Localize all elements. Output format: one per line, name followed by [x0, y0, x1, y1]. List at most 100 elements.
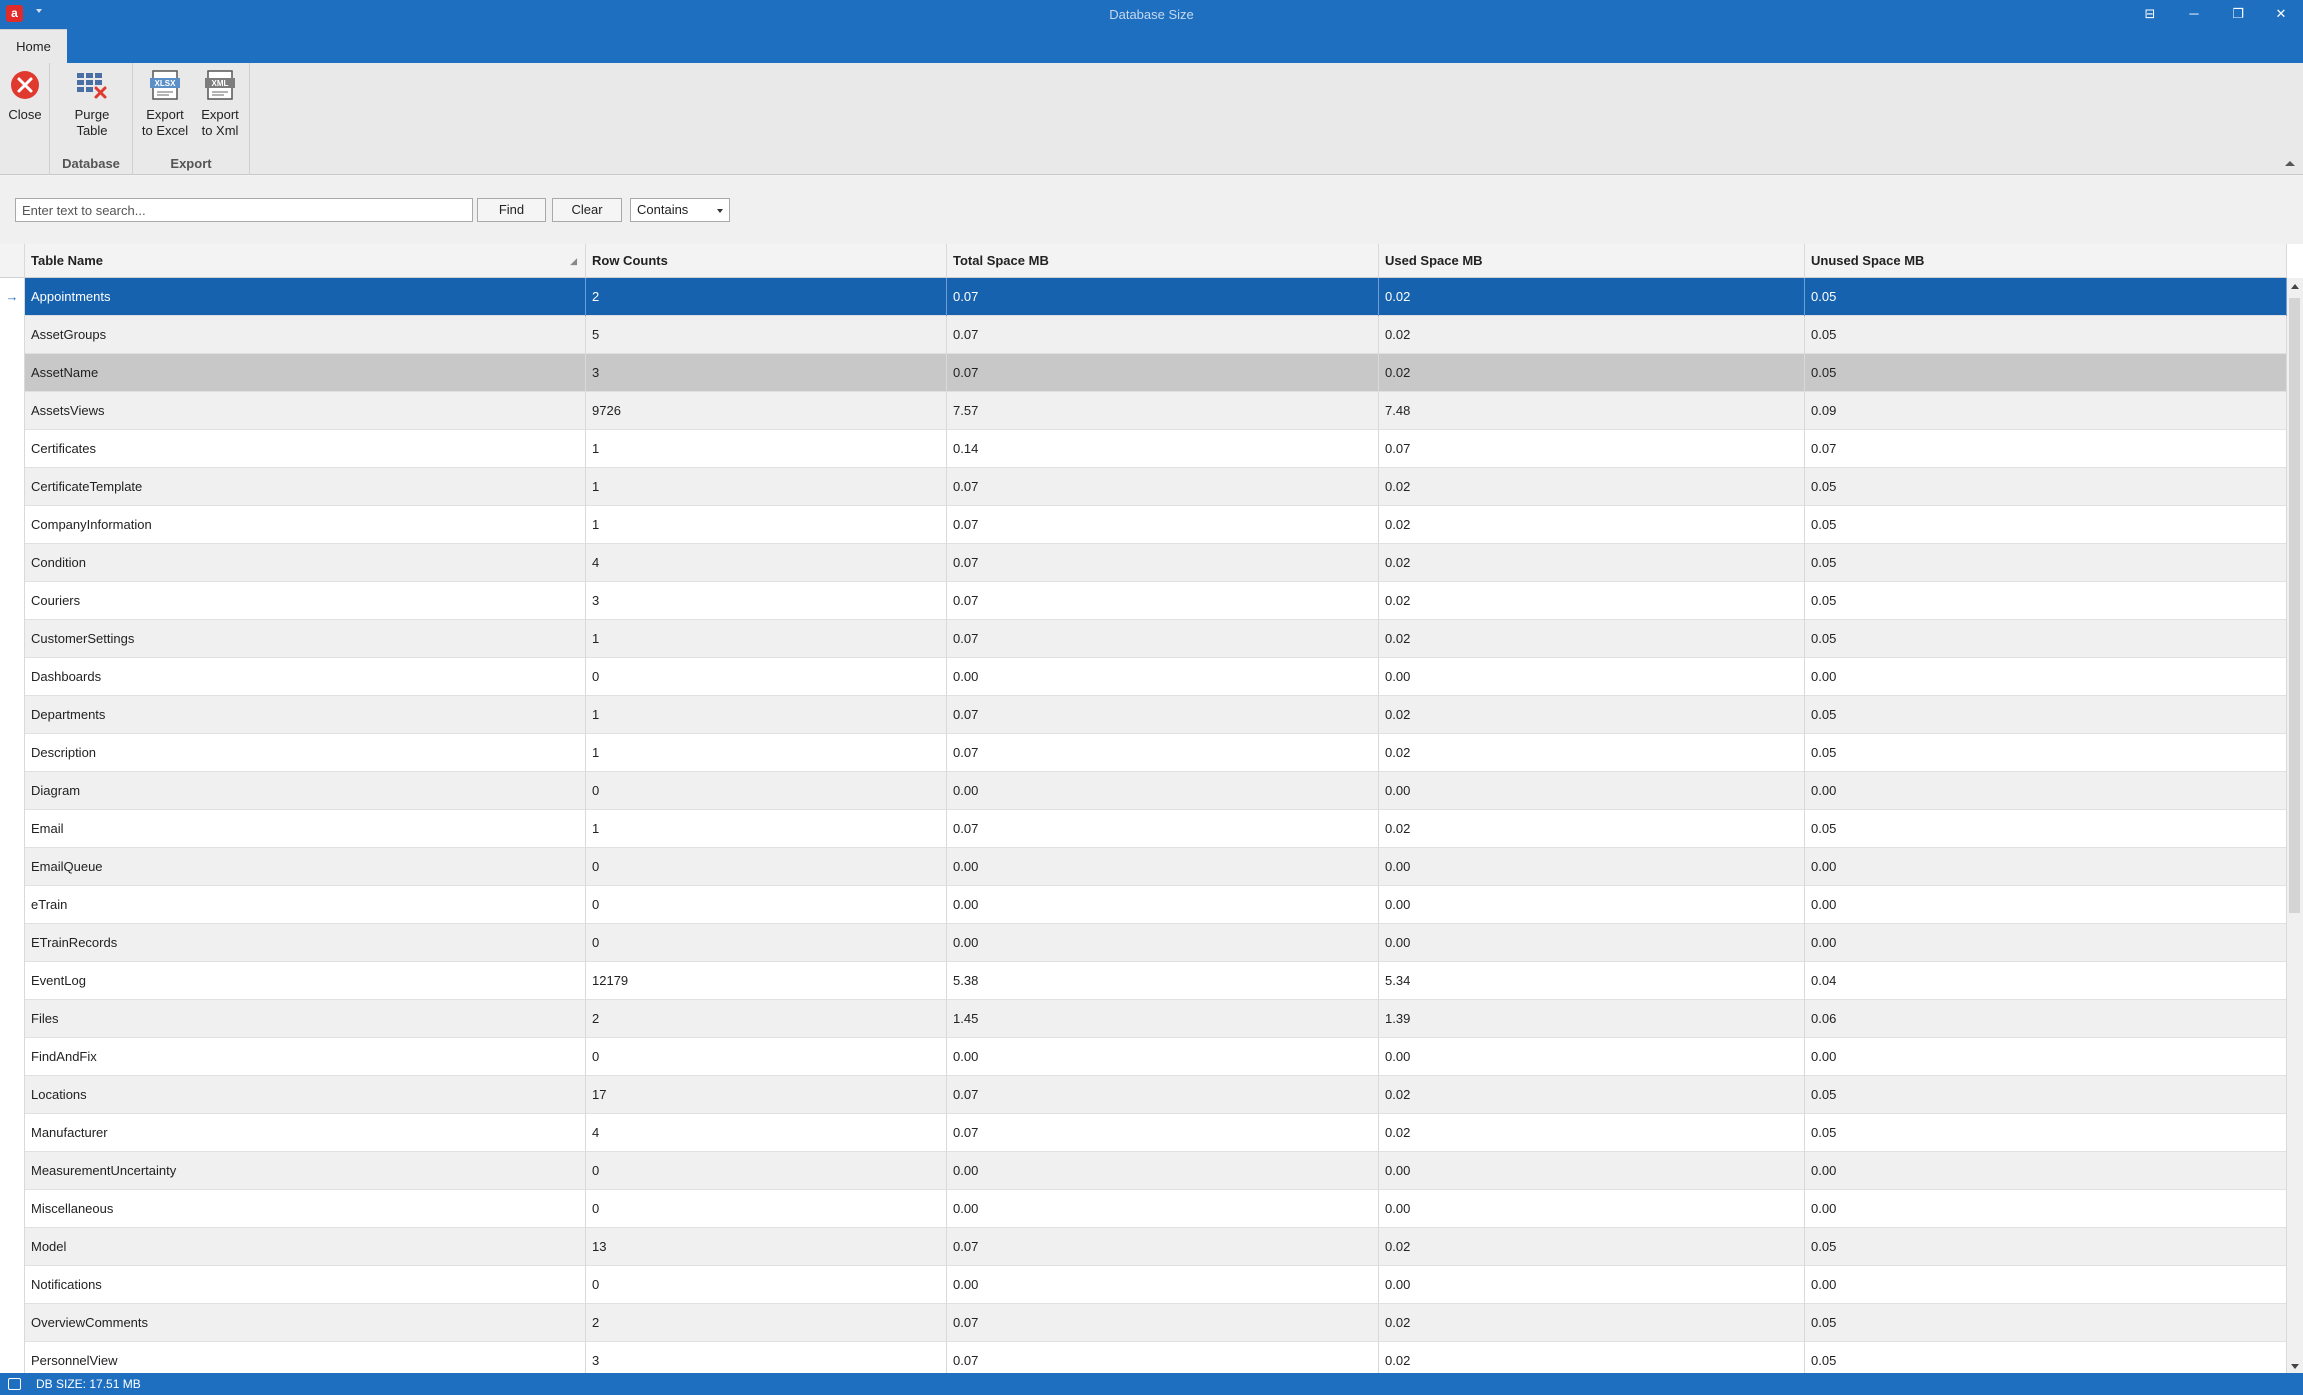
- cell-unused-space[interactable]: 0.05: [1805, 620, 2287, 658]
- row-indicator[interactable]: [0, 1076, 25, 1114]
- cell-row-counts[interactable]: 0: [586, 1266, 947, 1304]
- cell-row-counts[interactable]: 0: [586, 1152, 947, 1190]
- ribbon-display-options-button[interactable]: ⊟: [2128, 0, 2172, 29]
- cell-total-space[interactable]: 0.07: [947, 582, 1379, 620]
- cell-table-name[interactable]: FindAndFix: [25, 1038, 586, 1076]
- cell-unused-space[interactable]: 0.05: [1805, 468, 2287, 506]
- cell-used-space[interactable]: 0.02: [1379, 1304, 1805, 1342]
- cell-table-name[interactable]: Appointments: [25, 278, 586, 316]
- table-row[interactable]: Model 13 0.07 0.02 0.05: [0, 1228, 2287, 1266]
- cell-total-space[interactable]: 5.38: [947, 962, 1379, 1000]
- cell-row-counts[interactable]: 0: [586, 848, 947, 886]
- cell-used-space[interactable]: 0.02: [1379, 506, 1805, 544]
- cell-row-counts[interactable]: 1: [586, 506, 947, 544]
- table-row[interactable]: AssetGroups 5 0.07 0.02 0.05: [0, 316, 2287, 354]
- cell-total-space[interactable]: 0.07: [947, 1076, 1379, 1114]
- row-indicator[interactable]: [0, 1152, 25, 1190]
- cell-table-name[interactable]: CertificateTemplate: [25, 468, 586, 506]
- cell-row-counts[interactable]: 1: [586, 810, 947, 848]
- row-indicator[interactable]: [0, 1190, 25, 1228]
- table-row[interactable]: Email 1 0.07 0.02 0.05: [0, 810, 2287, 848]
- cell-used-space[interactable]: 0.00: [1379, 1152, 1805, 1190]
- cell-total-space[interactable]: 0.00: [947, 924, 1379, 962]
- cell-table-name[interactable]: Departments: [25, 696, 586, 734]
- cell-total-space[interactable]: 0.07: [947, 696, 1379, 734]
- cell-unused-space[interactable]: 0.00: [1805, 1152, 2287, 1190]
- row-indicator[interactable]: [0, 1266, 25, 1304]
- cell-unused-space[interactable]: 0.05: [1805, 582, 2287, 620]
- cell-unused-space[interactable]: 0.05: [1805, 696, 2287, 734]
- cell-row-counts[interactable]: 4: [586, 544, 947, 582]
- cell-total-space[interactable]: 0.07: [947, 1114, 1379, 1152]
- table-row[interactable]: eTrain 0 0.00 0.00 0.00: [0, 886, 2287, 924]
- table-row[interactable]: EmailQueue 0 0.00 0.00 0.00: [0, 848, 2287, 886]
- column-header-unused-space[interactable]: Unused Space MB: [1805, 244, 2287, 278]
- table-row[interactable]: Condition 4 0.07 0.02 0.05: [0, 544, 2287, 582]
- scrollbar-thumb[interactable]: [2289, 298, 2300, 913]
- tab-home[interactable]: Home: [0, 29, 67, 63]
- cell-unused-space[interactable]: 0.05: [1805, 1114, 2287, 1152]
- cell-used-space[interactable]: 0.00: [1379, 924, 1805, 962]
- row-indicator[interactable]: [0, 544, 25, 582]
- cell-total-space[interactable]: 0.07: [947, 620, 1379, 658]
- cell-table-name[interactable]: Notifications: [25, 1266, 586, 1304]
- purge-table-button[interactable]: Purge Table: [62, 69, 122, 139]
- table-row[interactable]: FindAndFix 0 0.00 0.00 0.00: [0, 1038, 2287, 1076]
- table-row[interactable]: AssetsViews 9726 7.57 7.48 0.09: [0, 392, 2287, 430]
- cell-unused-space[interactable]: 0.05: [1805, 810, 2287, 848]
- cell-row-counts[interactable]: 1: [586, 696, 947, 734]
- row-indicator[interactable]: [0, 506, 25, 544]
- cell-unused-space[interactable]: 0.00: [1805, 1266, 2287, 1304]
- cell-total-space[interactable]: 0.07: [947, 354, 1379, 392]
- cell-used-space[interactable]: 5.34: [1379, 962, 1805, 1000]
- cell-total-space[interactable]: 0.07: [947, 1342, 1379, 1373]
- cell-used-space[interactable]: 0.02: [1379, 316, 1805, 354]
- cell-total-space[interactable]: 0.07: [947, 278, 1379, 316]
- row-indicator[interactable]: [0, 1342, 25, 1373]
- table-row[interactable]: Couriers 3 0.07 0.02 0.05: [0, 582, 2287, 620]
- row-indicator[interactable]: [0, 810, 25, 848]
- cell-used-space[interactable]: 1.39: [1379, 1000, 1805, 1038]
- cell-total-space[interactable]: 0.07: [947, 506, 1379, 544]
- cell-used-space[interactable]: 0.02: [1379, 620, 1805, 658]
- table-row[interactable]: Description 1 0.07 0.02 0.05: [0, 734, 2287, 772]
- maximize-button[interactable]: ❐: [2216, 0, 2260, 29]
- row-indicator[interactable]: [0, 468, 25, 506]
- row-indicator[interactable]: [0, 430, 25, 468]
- table-row[interactable]: CustomerSettings 1 0.07 0.02 0.05: [0, 620, 2287, 658]
- cell-total-space[interactable]: 0.07: [947, 316, 1379, 354]
- row-indicator[interactable]: [0, 582, 25, 620]
- cell-unused-space[interactable]: 0.05: [1805, 354, 2287, 392]
- cell-used-space[interactable]: 0.02: [1379, 468, 1805, 506]
- table-row[interactable]: MeasurementUncertainty 0 0.00 0.00 0.00: [0, 1152, 2287, 1190]
- row-indicator[interactable]: [0, 658, 25, 696]
- cell-table-name[interactable]: Locations: [25, 1076, 586, 1114]
- cell-table-name[interactable]: Model: [25, 1228, 586, 1266]
- row-indicator[interactable]: [0, 962, 25, 1000]
- cell-total-space[interactable]: 0.00: [947, 772, 1379, 810]
- cell-unused-space[interactable]: 0.05: [1805, 1304, 2287, 1342]
- cell-total-space[interactable]: 0.07: [947, 544, 1379, 582]
- cell-table-name[interactable]: Diagram: [25, 772, 586, 810]
- cell-unused-space[interactable]: 0.00: [1805, 772, 2287, 810]
- cell-used-space[interactable]: 7.48: [1379, 392, 1805, 430]
- cell-used-space[interactable]: 0.02: [1379, 354, 1805, 392]
- close-window-button[interactable]: ✕: [2259, 0, 2303, 29]
- find-button[interactable]: Find: [477, 198, 546, 222]
- table-row[interactable]: EventLog 12179 5.38 5.34 0.04: [0, 962, 2287, 1000]
- cell-row-counts[interactable]: 2: [586, 1000, 947, 1038]
- table-row[interactable]: CertificateTemplate 1 0.07 0.02 0.05: [0, 468, 2287, 506]
- cell-unused-space[interactable]: 0.00: [1805, 924, 2287, 962]
- cell-unused-space[interactable]: 0.04: [1805, 962, 2287, 1000]
- cell-used-space[interactable]: 0.02: [1379, 278, 1805, 316]
- table-row[interactable]: Diagram 0 0.00 0.00 0.00: [0, 772, 2287, 810]
- cell-row-counts[interactable]: 3: [586, 354, 947, 392]
- cell-total-space[interactable]: 0.00: [947, 848, 1379, 886]
- cell-unused-space[interactable]: 0.00: [1805, 1190, 2287, 1228]
- cell-table-name[interactable]: Description: [25, 734, 586, 772]
- cell-table-name[interactable]: AssetName: [25, 354, 586, 392]
- cell-unused-space[interactable]: 0.07: [1805, 430, 2287, 468]
- cell-row-counts[interactable]: 9726: [586, 392, 947, 430]
- cell-table-name[interactable]: Certificates: [25, 430, 586, 468]
- cell-used-space[interactable]: 0.02: [1379, 544, 1805, 582]
